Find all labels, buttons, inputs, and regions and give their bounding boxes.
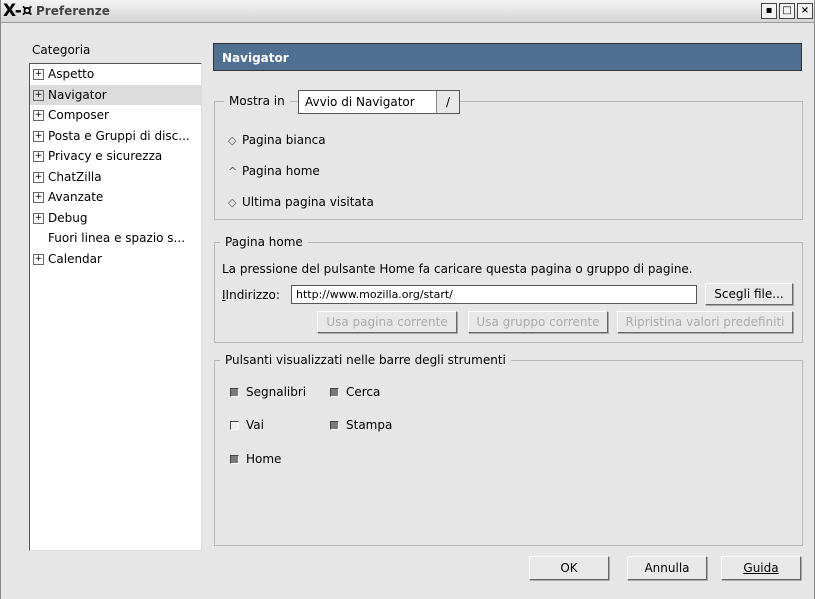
radio-off-icon: ◇ bbox=[228, 134, 237, 147]
cancel-button[interactable]: Annulla bbox=[627, 556, 707, 580]
radio-on-icon: ^ bbox=[228, 165, 238, 178]
minimize-icon[interactable]: ▪ bbox=[761, 3, 777, 19]
dropdown-arrow-icon[interactable]: / bbox=[436, 91, 459, 113]
tree-item-aspetto[interactable]: + Aspetto bbox=[30, 64, 201, 85]
use-current-group-button[interactable]: Usa gruppo corrente bbox=[468, 311, 608, 333]
tree-item-label: Privacy e sicurezza bbox=[48, 149, 163, 163]
radio-label: Pagina bianca bbox=[242, 133, 326, 147]
help-button[interactable]: Guida bbox=[721, 556, 801, 580]
tree-item-navigator[interactable]: + Navigator bbox=[30, 84, 201, 105]
choose-file-button[interactable]: Scegli file... bbox=[705, 283, 793, 305]
expand-icon[interactable]: + bbox=[33, 171, 44, 183]
checkbox-unchecked-icon bbox=[230, 421, 239, 430]
use-current-page-button[interactable]: Usa pagina corrente bbox=[317, 311, 457, 333]
radio-last-page[interactable]: ◇ Ultima pagina visitata bbox=[228, 195, 374, 209]
panel-header: Navigator bbox=[213, 43, 802, 71]
expand-icon[interactable]: + bbox=[33, 151, 44, 162]
category-tree[interactable]: + Aspetto + Navigator + Composer + Posta e G… bbox=[29, 63, 202, 551]
startup-select-value: Avvio di Navigator bbox=[305, 95, 415, 109]
expand-icon[interactable]: + bbox=[33, 192, 44, 203]
tree-item-label: Fuori linea e spazio s... bbox=[48, 231, 186, 245]
close-icon[interactable]: × bbox=[797, 3, 813, 19]
x-logo-icon: X-¤ bbox=[3, 1, 33, 21]
tree-item-label: Posta e Gruppi di disc... bbox=[48, 128, 190, 143]
checkbox-checked-icon bbox=[330, 421, 339, 430]
title-bar: X-¤ Preferenze ▪ □ × bbox=[0, 0, 815, 23]
tree-item-composer[interactable]: + Composer bbox=[30, 105, 201, 126]
window-title: Preferenze bbox=[36, 4, 110, 18]
address-label: IIndirizzo: bbox=[222, 288, 280, 302]
home-legend: Pagina home bbox=[220, 235, 308, 249]
tree-item-label: ChatZilla bbox=[48, 169, 102, 184]
tree-item-posta[interactable]: + Posta e Gruppi di disc... bbox=[30, 126, 201, 147]
expand-icon[interactable]: + bbox=[33, 212, 44, 224]
radio-blank-page[interactable]: ◇ Pagina bianca bbox=[228, 133, 326, 147]
checkbox-label: Vai bbox=[246, 418, 264, 432]
expand-icon[interactable]: + bbox=[33, 130, 44, 142]
toolbar-legend: Pulsanti visualizzati nelle barre degli … bbox=[220, 353, 511, 367]
checkbox-checked-icon bbox=[330, 388, 339, 397]
checkbox-vai[interactable]: Vai bbox=[230, 418, 264, 432]
startup-label: Mostra in bbox=[224, 94, 290, 108]
address-label-text: Indirizzo: bbox=[225, 288, 280, 302]
restore-defaults-button[interactable]: Ripristina valori predefiniti bbox=[617, 311, 793, 333]
radio-home-page[interactable]: ^ Pagina home bbox=[228, 164, 320, 178]
checkbox-label: Cerca bbox=[346, 385, 381, 399]
tree-item-fuori-linea[interactable]: Fuori linea e spazio s... bbox=[30, 228, 201, 249]
expand-icon[interactable]: + bbox=[33, 110, 44, 121]
tree-item-label: Aspetto bbox=[48, 67, 95, 81]
checkbox-label: Home bbox=[246, 452, 282, 466]
checkbox-checked-icon bbox=[230, 455, 239, 464]
expand-icon[interactable]: + bbox=[33, 69, 44, 80]
tree-item-label: Avanzate bbox=[48, 190, 104, 204]
tree-item-calendar[interactable]: + Calendar bbox=[30, 249, 201, 270]
radio-label: Ultima pagina visitata bbox=[242, 195, 374, 209]
expand-icon[interactable]: + bbox=[33, 89, 44, 101]
expand-icon[interactable]: + bbox=[33, 253, 44, 265]
category-label: Categoria bbox=[32, 43, 91, 57]
help-button-label: Guida bbox=[743, 561, 779, 575]
tree-item-chatzilla[interactable]: + ChatZilla bbox=[30, 167, 201, 188]
checkbox-label: Segnalibri bbox=[246, 385, 307, 399]
radio-label: Pagina home bbox=[242, 164, 320, 178]
checkbox-stampa[interactable]: Stampa bbox=[330, 418, 392, 432]
checkbox-label: Stampa bbox=[346, 418, 393, 432]
maximize-icon[interactable]: □ bbox=[779, 3, 795, 19]
tree-item-avanzate[interactable]: + Avanzate bbox=[30, 187, 201, 208]
checkbox-segnalibri[interactable]: Segnalibri bbox=[230, 385, 306, 399]
ok-button[interactable]: OK bbox=[529, 556, 609, 580]
tree-item-privacy[interactable]: + Privacy e sicurezza bbox=[30, 146, 201, 167]
tree-item-label: Composer bbox=[48, 108, 109, 122]
tree-item-label: Navigator bbox=[48, 87, 107, 102]
window-controls: ▪ □ × bbox=[761, 3, 813, 19]
checkbox-checked-icon bbox=[230, 388, 239, 397]
address-field[interactable]: http://www.mozilla.org/start/ bbox=[291, 285, 697, 304]
home-description: La pressione del pulsante Home fa carica… bbox=[222, 262, 693, 276]
radio-off-icon: ◇ bbox=[228, 196, 237, 209]
tree-item-debug[interactable]: + Debug bbox=[30, 208, 201, 229]
tree-item-label: Debug bbox=[48, 210, 88, 225]
checkbox-home[interactable]: Home bbox=[230, 452, 281, 466]
checkbox-cerca[interactable]: Cerca bbox=[330, 385, 380, 399]
startup-select[interactable]: Avvio di Navigator / bbox=[298, 90, 460, 114]
tree-item-label: Calendar bbox=[48, 251, 102, 266]
